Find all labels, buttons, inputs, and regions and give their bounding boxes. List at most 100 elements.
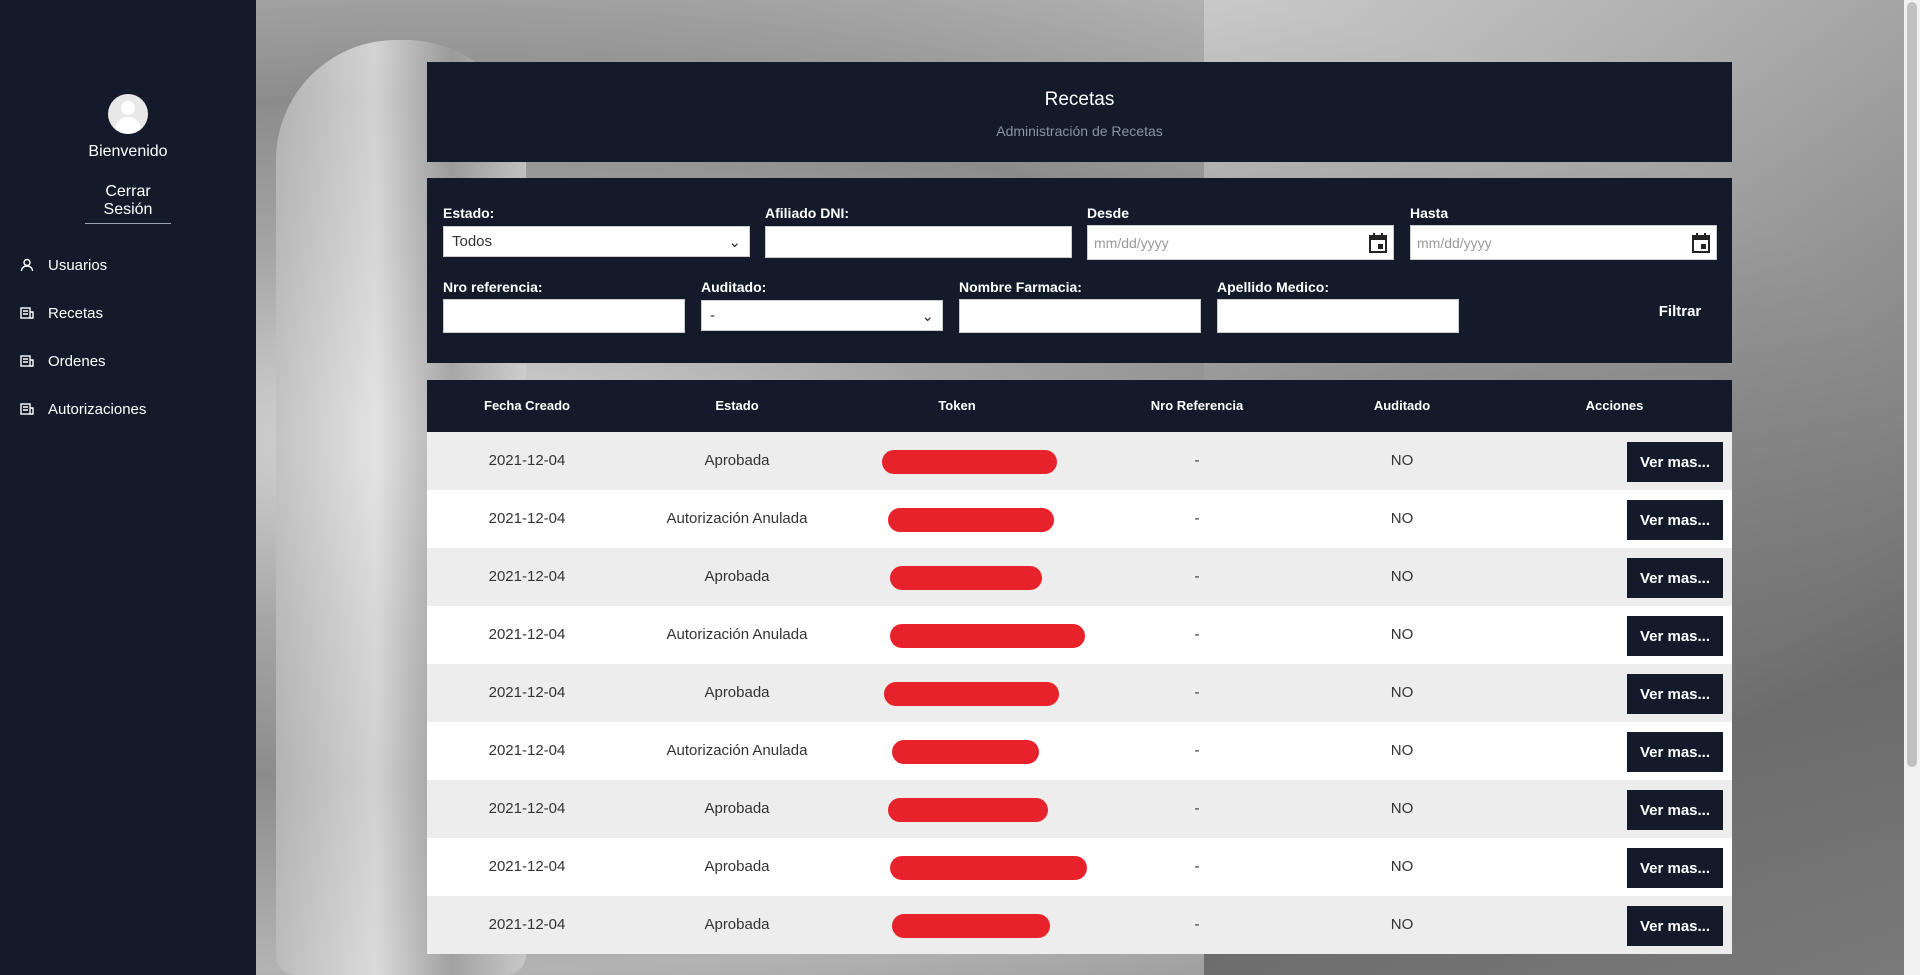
medico-input[interactable] bbox=[1217, 299, 1459, 333]
ver-mas-button[interactable]: Ver mas... bbox=[1627, 558, 1723, 598]
page-scrollbar[interactable] bbox=[1904, 0, 1920, 975]
column-header: Acciones bbox=[1585, 398, 1644, 413]
page-header: Recetas Administración de Recetas bbox=[427, 62, 1732, 162]
column-header: Nro Referencia bbox=[1150, 398, 1244, 413]
hasta-placeholder: mm/dd/yyyy bbox=[1417, 234, 1492, 251]
ver-mas-button[interactable]: Ver mas... bbox=[1627, 790, 1723, 830]
cell-nro-referencia: - bbox=[1194, 452, 1200, 469]
ver-mas-button[interactable]: Ver mas... bbox=[1627, 442, 1723, 482]
auditado-select-value: - bbox=[710, 307, 715, 324]
redacted-token bbox=[890, 856, 1087, 880]
cell-nro-referencia: - bbox=[1194, 800, 1200, 817]
ver-mas-button[interactable]: Ver mas... bbox=[1627, 848, 1723, 888]
chevron-down-icon: ⌄ bbox=[728, 233, 741, 251]
nro-referencia-label: Nro referencia: bbox=[443, 279, 543, 295]
farmacia-input[interactable] bbox=[959, 299, 1201, 333]
sidebar-item-autorizaciones[interactable]: Autorizaciones bbox=[0, 393, 256, 425]
redacted-token bbox=[892, 740, 1039, 764]
table-row: 2021-12-04 Aprobada - NO Ver mas... bbox=[427, 838, 1732, 896]
nro-referencia-input[interactable] bbox=[443, 299, 685, 333]
table-row: 2021-12-04 Autorización Anulada - NO Ver… bbox=[427, 490, 1732, 548]
sidebar-item-label: Recetas bbox=[48, 304, 104, 322]
cell-auditado: NO bbox=[1390, 626, 1414, 643]
auditado-select[interactable]: - ⌄ bbox=[701, 300, 943, 331]
receipt-icon bbox=[20, 355, 34, 367]
sidebar-item-ordenes[interactable]: Ordenes bbox=[0, 345, 256, 377]
cell-auditado: NO bbox=[1390, 684, 1414, 701]
redacted-token bbox=[890, 624, 1085, 648]
ver-mas-button[interactable]: Ver mas... bbox=[1627, 500, 1723, 540]
table-row: 2021-12-04 Aprobada - NO Ver mas... bbox=[427, 896, 1732, 954]
calendar-icon[interactable] bbox=[1692, 232, 1710, 253]
cell-fecha: 2021-12-04 bbox=[488, 684, 566, 701]
redacted-token bbox=[890, 566, 1042, 590]
desde-placeholder: mm/dd/yyyy bbox=[1094, 234, 1169, 251]
column-header: Estado bbox=[715, 398, 759, 413]
cell-estado: Aprobada bbox=[704, 858, 770, 875]
redacted-token bbox=[888, 798, 1048, 822]
cell-estado: Autorización Anulada bbox=[666, 742, 808, 759]
sidebar-item-recetas[interactable]: Recetas bbox=[0, 297, 256, 329]
cell-auditado: NO bbox=[1390, 858, 1414, 875]
sidebar-item-label: Autorizaciones bbox=[48, 400, 147, 418]
welcome-text: Bienvenido bbox=[88, 143, 168, 160]
redacted-token bbox=[882, 450, 1057, 474]
cell-fecha: 2021-12-04 bbox=[488, 452, 566, 469]
table-body: 2021-12-04 Aprobada - NO Ver mas... 2021… bbox=[427, 432, 1732, 954]
estado-select-value: Todos bbox=[452, 233, 493, 250]
receipt-icon bbox=[20, 403, 34, 415]
logout-link[interactable]: Cerrar Sesión bbox=[85, 183, 171, 224]
page-title: Recetas bbox=[1044, 89, 1115, 110]
cell-auditado: NO bbox=[1390, 742, 1414, 759]
cell-estado: Aprobada bbox=[704, 684, 770, 701]
estado-label: Estado: bbox=[443, 205, 495, 221]
cell-fecha: 2021-12-04 bbox=[488, 800, 566, 817]
table-header: Fecha Creado Estado Token Nro Referencia… bbox=[427, 380, 1732, 432]
dni-label: Afiliado DNI: bbox=[765, 205, 849, 221]
redacted-token bbox=[888, 508, 1054, 532]
cell-auditado: NO bbox=[1390, 916, 1414, 933]
redacted-token bbox=[884, 682, 1059, 706]
table-row: 2021-12-04 Aprobada - NO Ver mas... bbox=[427, 664, 1732, 722]
cell-auditado: NO bbox=[1390, 568, 1414, 585]
avatar bbox=[108, 94, 148, 134]
cell-fecha: 2021-12-04 bbox=[488, 568, 566, 585]
cell-nro-referencia: - bbox=[1194, 626, 1200, 643]
cell-nro-referencia: - bbox=[1194, 858, 1200, 875]
user-icon bbox=[20, 258, 34, 272]
table-row: 2021-12-04 Autorización Anulada - NO Ver… bbox=[427, 722, 1732, 780]
sidebar: Bienvenido Cerrar Sesión Usuarios Receta… bbox=[0, 0, 256, 975]
cell-estado: Autorización Anulada bbox=[666, 626, 808, 643]
hasta-date-input[interactable]: mm/dd/yyyy bbox=[1410, 225, 1717, 260]
receipt-icon bbox=[20, 307, 34, 319]
scrollbar-thumb[interactable] bbox=[1907, 2, 1917, 767]
cell-nro-referencia: - bbox=[1194, 916, 1200, 933]
sidebar-item-label: Usuarios bbox=[48, 256, 108, 274]
cell-estado: Aprobada bbox=[704, 800, 770, 817]
cell-auditado: NO bbox=[1390, 800, 1414, 817]
ver-mas-button[interactable]: Ver mas... bbox=[1627, 906, 1723, 946]
redacted-token bbox=[892, 914, 1050, 938]
cell-estado: Aprobada bbox=[704, 916, 770, 933]
cell-estado: Autorización Anulada bbox=[666, 510, 808, 527]
desde-date-input[interactable]: mm/dd/yyyy bbox=[1087, 225, 1394, 260]
estado-select[interactable]: Todos ⌄ bbox=[443, 226, 750, 257]
table-row: 2021-12-04 Aprobada - NO Ver mas... bbox=[427, 548, 1732, 606]
cell-nro-referencia: - bbox=[1194, 568, 1200, 585]
cell-nro-referencia: - bbox=[1194, 510, 1200, 527]
dni-input[interactable] bbox=[765, 226, 1072, 258]
filtrar-button[interactable]: Filtrar bbox=[1645, 303, 1715, 327]
medico-label: Apellido Medico: bbox=[1217, 279, 1329, 295]
cell-fecha: 2021-12-04 bbox=[488, 742, 566, 759]
cell-nro-referencia: - bbox=[1194, 684, 1200, 701]
cell-fecha: 2021-12-04 bbox=[488, 626, 566, 643]
calendar-icon[interactable] bbox=[1369, 232, 1387, 253]
filter-panel: Estado: Todos ⌄ Afiliado DNI: Desde mm/d… bbox=[427, 178, 1732, 363]
ver-mas-button[interactable]: Ver mas... bbox=[1627, 732, 1723, 772]
ver-mas-button[interactable]: Ver mas... bbox=[1627, 616, 1723, 656]
auditado-label: Auditado: bbox=[701, 279, 767, 295]
sidebar-item-usuarios[interactable]: Usuarios bbox=[0, 249, 256, 281]
column-header: Fecha Creado bbox=[484, 398, 570, 413]
ver-mas-button[interactable]: Ver mas... bbox=[1627, 674, 1723, 714]
recetas-table: Fecha Creado Estado Token Nro Referencia… bbox=[427, 380, 1732, 954]
